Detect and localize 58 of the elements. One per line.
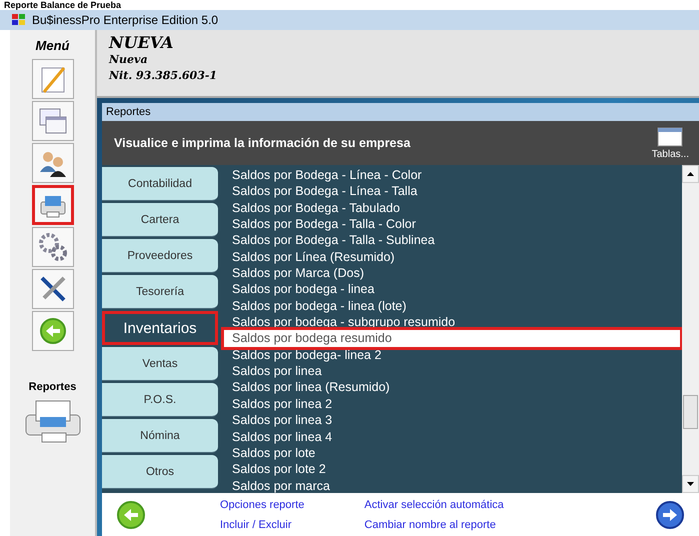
report-item[interactable]: Saldos por lote 2 <box>224 461 682 478</box>
windows-icon <box>38 106 68 136</box>
report-item[interactable]: Saldos por linea (Resumido) <box>224 379 682 396</box>
report-item[interactable]: Saldos por Bodega - Línea - Color <box>224 167 682 184</box>
app-logo-icon <box>12 14 26 26</box>
page-heading: Reporte Balance de Prueba <box>3 0 122 10</box>
sidebar-button[interactable] <box>32 269 74 309</box>
window-icon <box>657 126 684 146</box>
report-item[interactable]: Saldos por Bodega - Tabulado <box>224 200 682 216</box>
scrollbar[interactable] <box>682 165 699 493</box>
company-name: NUEVA <box>109 33 174 52</box>
report-item[interactable]: Saldos por Bodega - Línea - Talla <box>224 183 682 200</box>
header-text: Visualice e imprima la información de su empresa <box>114 136 410 150</box>
report-item[interactable]: Saldos por linea 4 <box>224 428 682 445</box>
menu-title: Menú <box>36 38 70 53</box>
company-nit: Nit. 93.385.603-1 <box>109 68 218 84</box>
category-tab[interactable]: Cartera <box>102 203 218 237</box>
footer-link[interactable]: Cambiar nombre al reporte <box>364 518 504 530</box>
gears-icon <box>38 232 68 262</box>
category-tab[interactable]: Contabilidad <box>102 167 218 201</box>
report-item[interactable]: Saldos por bodega resumido <box>224 330 680 347</box>
footer-link[interactable]: Incluir / Excluir <box>220 518 304 530</box>
report-item[interactable]: Saldos por lote <box>224 444 682 462</box>
sidebar-button[interactable] <box>32 143 74 183</box>
footer-link[interactable]: Opciones reporte <box>220 498 304 510</box>
tools-icon <box>38 274 68 304</box>
reports-window-title: Reportes <box>106 106 151 118</box>
category-tab[interactable]: Inventarios <box>102 311 218 345</box>
report-item[interactable]: Saldos por bodega - linea (lote) <box>224 298 682 314</box>
report-item[interactable]: Saldos por marca <box>224 478 682 493</box>
report-item[interactable]: Saldos por bodega- linea 2 <box>224 346 682 364</box>
report-item[interactable]: Saldos por Línea (Resumido) <box>224 248 682 266</box>
scroll-down-button[interactable] <box>682 475 699 493</box>
report-item[interactable]: Saldos por Marca (Dos) <box>224 265 682 282</box>
category-tab[interactable]: P.O.S. <box>102 383 218 417</box>
window-title: Bu$inessPro Enterprise Edition 5.0 <box>32 13 218 27</box>
report-item[interactable]: Saldos por linea 3 <box>224 412 682 428</box>
category-tab[interactable]: Nómina <box>102 419 218 453</box>
category-tab[interactable]: Proveedores <box>102 239 218 273</box>
category-tab[interactable]: Tesorería <box>102 275 218 309</box>
report-item[interactable]: Saldos por bodega - linea <box>224 281 682 298</box>
tables-button[interactable]: Tablas... <box>652 126 689 160</box>
next-button[interactable] <box>655 500 685 530</box>
scroll-thumb[interactable] <box>683 395 698 429</box>
report-item[interactable]: Saldos por bodega - subgrupo resumido <box>224 314 682 330</box>
down-triangle-icon <box>687 482 694 486</box>
report-item[interactable]: Saldos por Bodega - Talla - Color <box>224 216 682 232</box>
back-button[interactable] <box>116 500 146 530</box>
report-item[interactable]: Saldos por Bodega - Talla - Sublinea <box>224 232 682 249</box>
report-item[interactable]: Saldos por linea 2 <box>224 396 682 412</box>
company-subtitle: Nueva <box>109 52 149 68</box>
report-item[interactable]: Saldos por linea <box>224 363 682 380</box>
category-tab[interactable]: Otros <box>102 455 218 489</box>
footer-link[interactable]: Activar selección automática <box>364 498 504 510</box>
scroll-up-button[interactable] <box>682 165 699 183</box>
up-triangle-icon <box>687 172 694 176</box>
section-label: Reportes <box>28 381 76 393</box>
category-tab[interactable]: Ventas <box>102 347 218 381</box>
